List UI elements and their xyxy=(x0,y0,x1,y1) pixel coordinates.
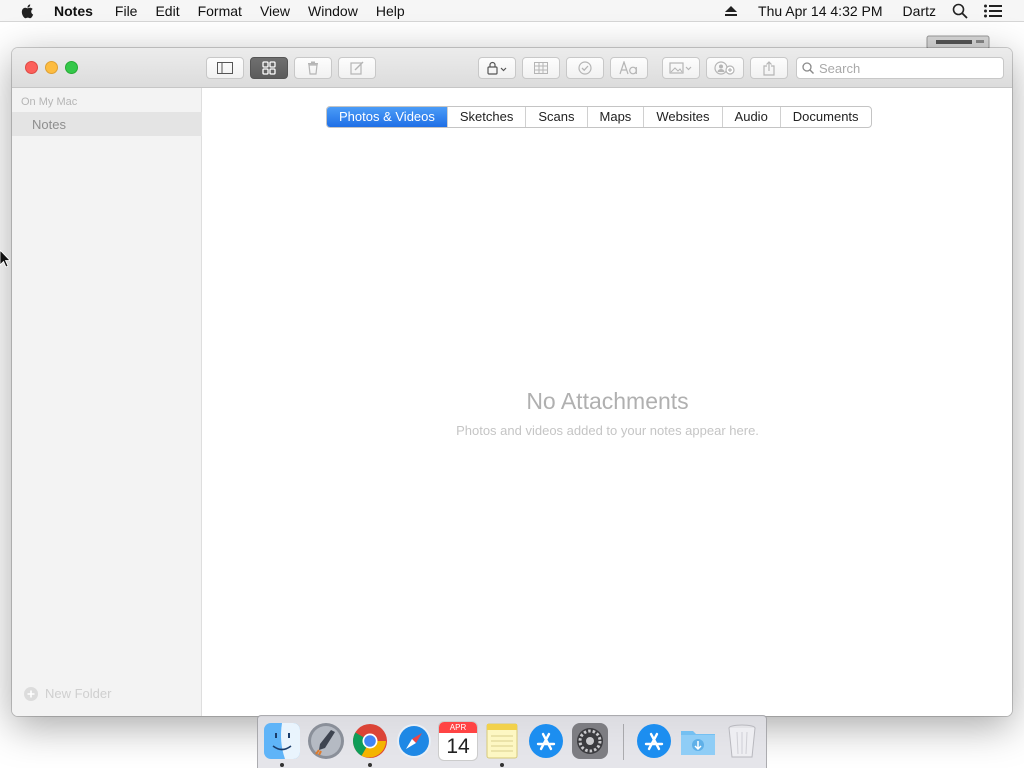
tab-sketches[interactable]: Sketches xyxy=(446,107,525,127)
lock-note-button[interactable] xyxy=(478,57,516,79)
attachment-type-tabs: Photos & Videos Sketches Scans Maps Webs… xyxy=(326,106,872,128)
new-folder-button[interactable]: New Folder xyxy=(24,686,111,701)
mouse-pointer-icon xyxy=(0,250,10,268)
title-bar xyxy=(12,48,1012,88)
dock-separator xyxy=(623,724,624,760)
calendar-icon[interactable]: APR 14 xyxy=(439,722,477,760)
menu-user[interactable]: Dartz xyxy=(903,3,936,19)
launchpad-icon[interactable] xyxy=(307,722,345,760)
notes-icon[interactable] xyxy=(483,722,521,760)
attachments-browser-button[interactable] xyxy=(250,57,288,79)
share-button[interactable] xyxy=(750,57,788,79)
close-button[interactable] xyxy=(25,61,38,74)
minimize-button[interactable] xyxy=(45,61,58,74)
menu-bar: Notes File Edit Format View Window Help … xyxy=(0,0,1024,22)
finder-icon[interactable] xyxy=(263,722,301,760)
empty-state-title: No Attachments xyxy=(526,388,689,414)
notes-window: On My Mac Notes New Folder Photos & Vide… xyxy=(12,48,1012,716)
trash-icon xyxy=(308,61,318,75)
tab-audio[interactable]: Audio xyxy=(721,107,780,127)
menu-file[interactable]: File xyxy=(111,0,142,22)
section-header-on-my-mac: On My Mac xyxy=(21,96,78,108)
sidebar-item-label: Notes xyxy=(32,116,66,132)
photo-icon xyxy=(669,62,692,74)
menu-clock[interactable]: Thu Apr 14 4:32 PM xyxy=(758,3,883,19)
menu-edit[interactable]: Edit xyxy=(151,0,183,22)
menu-window[interactable]: Window xyxy=(304,0,362,22)
add-people-icon xyxy=(714,61,735,75)
safari-icon[interactable] xyxy=(395,722,433,760)
search-icon xyxy=(802,62,814,74)
text-format-icon xyxy=(619,61,637,75)
grid-icon xyxy=(262,61,276,75)
delete-button[interactable] xyxy=(294,57,332,79)
chrome-running-indicator xyxy=(368,763,372,767)
app-store-downloads-icon[interactable] xyxy=(635,722,673,760)
sidebar-item-notes[interactable]: Notes xyxy=(12,112,202,136)
menu-view[interactable]: View xyxy=(256,0,294,22)
tab-websites[interactable]: Websites xyxy=(643,107,721,127)
dock: APR 14 xyxy=(257,715,767,768)
search-field[interactable] xyxy=(796,57,1004,79)
share-icon xyxy=(763,60,775,76)
notification-center-icon[interactable] xyxy=(984,4,1002,18)
downloads-folder-icon[interactable] xyxy=(679,722,717,760)
format-button[interactable] xyxy=(610,57,648,79)
table-icon xyxy=(534,62,548,74)
chrome-icon[interactable] xyxy=(351,722,389,760)
eject-icon[interactable] xyxy=(724,5,738,17)
attachments-browser: Photos & Videos Sketches Scans Maps Webs… xyxy=(203,88,1012,716)
spotlight-search-icon[interactable] xyxy=(952,3,968,19)
tab-photos-videos[interactable]: Photos & Videos xyxy=(327,107,447,127)
status-area: Thu Apr 14 4:32 PM Dartz xyxy=(724,0,1024,22)
new-note-button[interactable] xyxy=(338,57,376,79)
empty-state: No Attachments Photos and videos added t… xyxy=(203,388,1012,438)
plus-circle-icon xyxy=(24,686,38,701)
checklist-button[interactable] xyxy=(566,57,604,79)
calendar-month: APR xyxy=(439,722,477,733)
finder-running-indicator xyxy=(280,763,284,767)
apple-icon[interactable] xyxy=(19,2,37,20)
app-store-icon[interactable] xyxy=(527,722,565,760)
menu-format[interactable]: Format xyxy=(194,0,246,22)
sidebar-icon xyxy=(217,62,233,74)
trash-icon[interactable] xyxy=(723,722,761,760)
zoom-button[interactable] xyxy=(65,61,78,74)
table-button[interactable] xyxy=(522,57,560,79)
tab-scans[interactable]: Scans xyxy=(525,107,586,127)
new-folder-label: New Folder xyxy=(45,686,112,701)
menu-app-notes[interactable]: Notes xyxy=(54,0,93,22)
insert-media-button[interactable] xyxy=(662,57,700,79)
menu-help[interactable]: Help xyxy=(372,0,409,22)
tab-documents[interactable]: Documents xyxy=(779,107,871,127)
tab-maps[interactable]: Maps xyxy=(586,107,644,127)
calendar-day: 14 xyxy=(446,735,470,758)
folders-sidebar: On My Mac Notes New Folder xyxy=(12,88,202,716)
compose-icon xyxy=(350,61,364,75)
toggle-sidebar-button[interactable] xyxy=(206,57,244,79)
add-people-button[interactable] xyxy=(706,57,744,79)
system-preferences-icon[interactable] xyxy=(571,722,609,760)
lock-icon xyxy=(487,61,507,75)
search-input[interactable] xyxy=(819,60,999,76)
notes-running-indicator xyxy=(500,763,504,767)
empty-state-subtitle: Photos and videos added to your notes ap… xyxy=(456,423,759,438)
checkmark-circle-icon xyxy=(578,61,592,75)
